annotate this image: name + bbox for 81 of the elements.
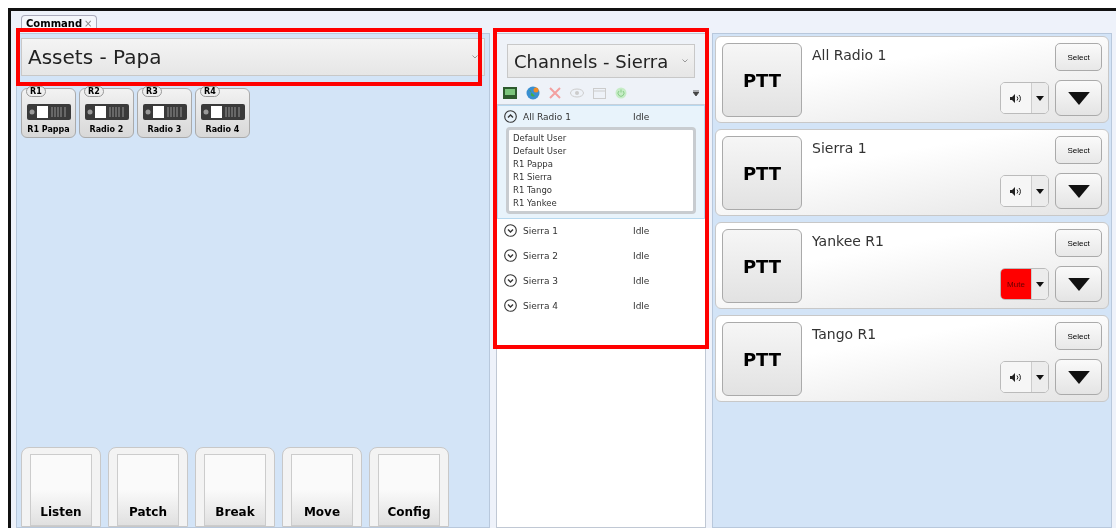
expand-button[interactable] [1055, 173, 1102, 209]
speaker-button[interactable] [1001, 176, 1032, 206]
radio-device-icon [200, 104, 245, 120]
member-name[interactable]: R1 Pappa [513, 159, 689, 169]
caret-icon [1036, 188, 1044, 194]
channel-row[interactable]: All Radio 1 Idle Default User Default User R1 Pappa R1 Sierra R1 Tango R1 Yankee [497, 105, 705, 219]
card-title: Tango R1 [812, 325, 878, 344]
radio-device-icon [26, 104, 71, 120]
action-button[interactable]: Patch [108, 447, 188, 527]
radio-device-icon [84, 104, 129, 120]
member-name[interactable]: Default User [513, 133, 689, 143]
ptt-button[interactable]: PTT [722, 322, 802, 396]
globe-icon[interactable] [526, 86, 540, 100]
caret-icon [682, 59, 688, 63]
action-button[interactable]: Listen [21, 447, 101, 527]
volume-dropdown[interactable] [1032, 269, 1048, 299]
radio-badge: R3 [142, 86, 162, 97]
caret-icon [1036, 374, 1044, 380]
speaker-button[interactable] [1001, 362, 1032, 392]
collapse-icon[interactable] [504, 110, 517, 123]
radio-badge: R4 [200, 86, 220, 97]
assets-dropdown[interactable]: Assets - Papa [21, 38, 485, 76]
radio-badge: R1 [26, 86, 46, 97]
member-name[interactable]: Default User [513, 146, 689, 156]
channel-status: Idle [633, 111, 650, 122]
caret-icon [1036, 95, 1044, 101]
expand-icon[interactable] [504, 274, 517, 287]
card-title: Sierra 1 [812, 139, 868, 158]
channel-name: Sierra 4 [523, 300, 560, 311]
channel-name: All Radio 1 [523, 111, 572, 122]
channels-dropdown[interactable]: Channels - Sierra [507, 44, 695, 78]
card-title: Yankee R1 [812, 232, 885, 251]
volume-dropdown[interactable] [1032, 176, 1048, 206]
select-button[interactable]: Select [1055, 322, 1102, 350]
channel-name: Sierra 2 [523, 250, 560, 261]
channel-name: Sierra 3 [523, 275, 560, 286]
action-button[interactable]: Config [369, 447, 449, 527]
channel-status: Idle [633, 300, 650, 311]
volume-dropdown[interactable] [1032, 83, 1048, 113]
select-button[interactable]: Select [1055, 43, 1102, 71]
speaker-icon [1010, 93, 1022, 103]
member-name[interactable]: R1 Yankee [513, 198, 689, 208]
select-button[interactable]: Select [1055, 136, 1102, 164]
speaker-button[interactable] [1001, 83, 1032, 113]
speaker-icon [1010, 372, 1022, 382]
action-button[interactable]: Move [282, 447, 362, 527]
overflow-icon[interactable] [693, 90, 699, 96]
expand-icon[interactable] [504, 299, 517, 312]
channel-status: Idle [633, 225, 650, 236]
member-name[interactable]: R1 Tango [513, 185, 689, 195]
close-tab-icon[interactable]: × [84, 18, 93, 29]
channel-status: Idle [633, 275, 650, 286]
channel-name: Sierra 1 [523, 225, 560, 236]
radio-badge: R2 [84, 86, 104, 97]
down-triangle-icon [1066, 91, 1091, 105]
action-button[interactable]: Break [195, 447, 275, 527]
expand-button[interactable] [1055, 80, 1102, 116]
ptt-button[interactable]: PTT [722, 136, 802, 210]
radio-tile[interactable]: R4 Radio 4 [195, 88, 250, 138]
volume-dropdown[interactable] [1032, 362, 1048, 392]
radio-tile[interactable]: R1 R1 Pappa [21, 88, 76, 138]
select-button[interactable]: Select [1055, 229, 1102, 257]
screen-icon[interactable] [503, 87, 517, 99]
expand-button[interactable] [1055, 359, 1102, 395]
member-name[interactable]: R1 Sierra [513, 172, 689, 182]
ptt-button[interactable]: PTT [722, 43, 802, 117]
down-triangle-icon [1066, 184, 1091, 198]
ptt-button[interactable]: PTT [722, 229, 802, 303]
radio-tile[interactable]: R3 Radio 3 [137, 88, 192, 138]
caret-icon [1036, 281, 1044, 287]
expand-icon[interactable] [504, 224, 517, 237]
card-title: All Radio 1 [812, 46, 888, 65]
down-triangle-icon [1066, 370, 1091, 384]
caret-icon [472, 55, 478, 59]
radio-device-icon [142, 104, 187, 120]
channel-status: Idle [633, 250, 650, 261]
speaker-icon [1010, 186, 1022, 196]
radio-tile[interactable]: R2 Radio 2 [79, 88, 134, 138]
down-triangle-icon [1066, 277, 1091, 291]
expand-button[interactable] [1055, 266, 1102, 302]
expand-icon[interactable] [504, 249, 517, 262]
